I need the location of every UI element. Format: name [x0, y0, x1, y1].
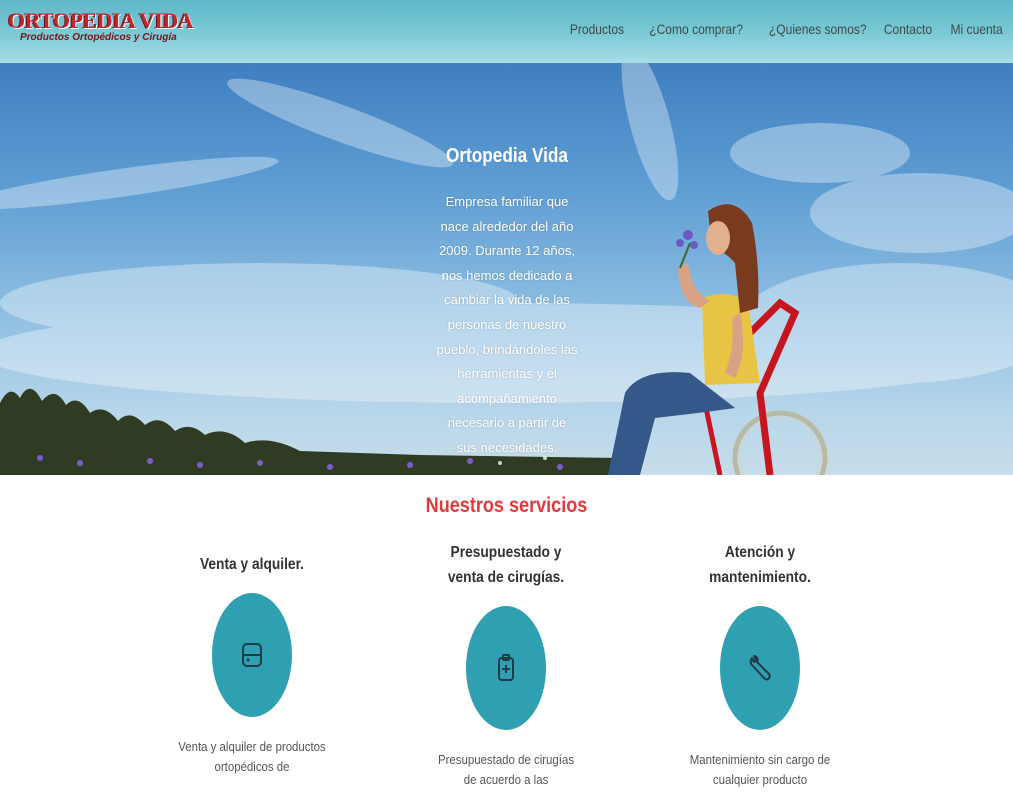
service-description: Presupuestado de cirugías de acuerdo a l…: [421, 750, 591, 789]
service-title: Venta y alquiler.: [199, 556, 305, 573]
nav-mi-cuenta[interactable]: Mi cuenta: [951, 21, 1003, 37]
services-heading: Nuestros servicios: [425, 494, 588, 517]
logo-title: ORTOPEDIA VIDA: [8, 8, 194, 33]
service-description: Venta y alquiler de productos ortopédico…: [167, 737, 337, 776]
calendar-card-icon: [242, 643, 262, 667]
nav-contacto[interactable]: Contacto: [884, 21, 932, 37]
service-title: Presupuestado y venta de cirugías.: [447, 544, 565, 586]
service-icon-circle[interactable]: [212, 593, 292, 717]
hero-description: Empresa familiar que nace alrededor del …: [436, 194, 578, 455]
hero-content: Ortopedia Vida Empresa familiar que nace…: [436, 145, 578, 461]
medical-clipboard-icon: [498, 654, 514, 681]
logo-subtitle: Productos Ortopédicos y Cirugía: [20, 32, 177, 43]
service-atencion-mantenimiento: Atención y mantenimiento. Mantenimiento …: [675, 540, 845, 787]
service-description-text: Presupuestado de cirugías de acuerdo a l…: [437, 752, 575, 787]
service-venta-alquiler: Venta y alquiler. Venta y alquiler de pr…: [167, 552, 337, 774]
service-icon-circle[interactable]: [720, 606, 800, 730]
service-description-text: Venta y alquiler de productos ortopédico…: [178, 739, 326, 774]
nav-quienes-somos[interactable]: ¿Quienes somos?: [769, 21, 867, 37]
nav-como-comprar[interactable]: ¿Como comprar?: [649, 21, 743, 37]
main-nav: Productos ¿Como comprar? ¿Quienes somos?…: [561, 21, 1003, 37]
service-description-text: Mantenimiento sin cargo de cualquier pro…: [689, 752, 831, 787]
hero-title: Ortopedia Vida: [445, 145, 569, 167]
service-description: Mantenimiento sin cargo de cualquier pro…: [675, 750, 845, 789]
wrench-icon: [749, 655, 771, 681]
site-logo[interactable]: ORTOPEDIA VIDA Productos Ortopédicos y C…: [8, 8, 194, 50]
service-cirugias: Presupuestado y venta de cirugías. Presu…: [421, 540, 591, 787]
service-title: Atención y mantenimiento.: [709, 544, 811, 586]
service-icon-circle[interactable]: [466, 606, 546, 730]
nav-productos[interactable]: Productos: [569, 21, 623, 37]
site-header: ORTOPEDIA VIDA Productos Ortopédicos y C…: [0, 0, 1013, 63]
hero-banner: Ortopedia Vida Empresa familiar que nace…: [0, 63, 1013, 475]
